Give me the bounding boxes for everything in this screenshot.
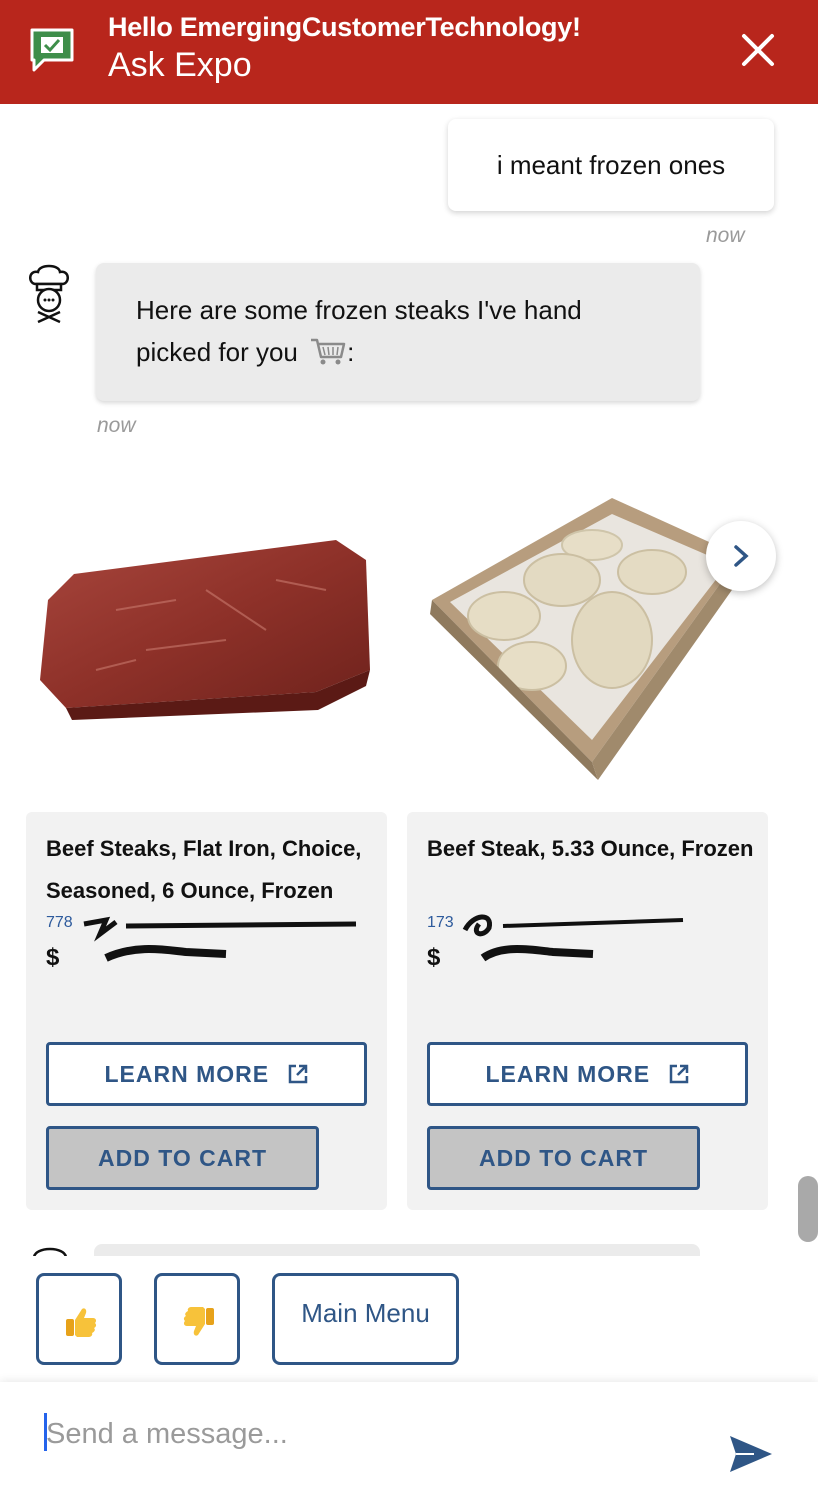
bot-message-suffix: : bbox=[347, 337, 355, 367]
product-meta: 778 bbox=[46, 914, 73, 932]
product-number: 173 bbox=[427, 914, 454, 931]
add-to-cart-button[interactable]: ADD TO CART bbox=[427, 1126, 700, 1190]
chat-check-icon bbox=[30, 28, 74, 72]
product-meta: 173 bbox=[427, 914, 454, 932]
external-link-icon bbox=[669, 1064, 688, 1084]
redaction-scribble bbox=[462, 914, 684, 962]
message-input[interactable] bbox=[44, 1412, 684, 1456]
thumbs-up-icon bbox=[66, 1308, 97, 1337]
learn-more-label: LEARN MORE bbox=[485, 1061, 651, 1087]
text-caret bbox=[44, 1413, 47, 1451]
price-prefix: $ bbox=[427, 944, 441, 971]
thumbs-up-button[interactable] bbox=[36, 1273, 122, 1365]
learn-more-label: LEARN MORE bbox=[104, 1061, 270, 1087]
user-message-timestamp: now bbox=[706, 224, 745, 247]
product-price: $ bbox=[46, 944, 59, 972]
learn-more-button[interactable]: LEARN MORE bbox=[427, 1042, 748, 1106]
external-link-icon bbox=[288, 1064, 307, 1084]
add-to-cart-button[interactable]: ADD TO CART bbox=[46, 1126, 319, 1190]
close-icon[interactable] bbox=[738, 30, 778, 70]
product-card: Beef Steaks, Flat Iron, Choice, Seasoned… bbox=[26, 812, 387, 1210]
main-menu-button[interactable]: Main Menu bbox=[272, 1273, 459, 1365]
carousel-next-button[interactable] bbox=[706, 521, 776, 591]
product-number: 778 bbox=[46, 914, 73, 931]
product-name: Beef Steaks, Flat Iron, Choice, Seasoned… bbox=[46, 836, 362, 903]
product-image-steak[interactable] bbox=[26, 520, 386, 730]
product-image-box[interactable] bbox=[412, 490, 752, 780]
product-card: Beef Steak, 5.33 Ounce, Frozen 173 $ LEA… bbox=[407, 812, 768, 1210]
redaction-scribble bbox=[83, 916, 357, 962]
bot-message-text: Here are some frozen steaks I've hand pi… bbox=[136, 295, 582, 367]
chef-icon bbox=[29, 264, 69, 324]
chef-icon-partial bbox=[28, 1242, 72, 1256]
send-icon[interactable] bbox=[728, 1434, 774, 1474]
bot-message-timestamp: now bbox=[97, 414, 136, 437]
thumbs-down-icon bbox=[183, 1307, 214, 1336]
learn-more-button[interactable]: LEARN MORE bbox=[46, 1042, 367, 1106]
greeting-text: Hello EmergingCustomerTechnology! bbox=[108, 12, 581, 42]
shopping-cart-icon bbox=[311, 338, 346, 365]
next-bot-bubble-partial bbox=[94, 1244, 700, 1256]
bot-message-bubble: Here are some frozen steaks I've hand pi… bbox=[96, 263, 700, 401]
scrollbar-thumb[interactable] bbox=[798, 1176, 818, 1242]
price-prefix: $ bbox=[46, 944, 60, 971]
thumbs-down-button[interactable] bbox=[154, 1273, 240, 1365]
product-price: $ bbox=[427, 944, 440, 972]
chat-title: Ask Expo bbox=[108, 46, 252, 84]
product-name: Beef Steak, 5.33 Ounce, Frozen bbox=[427, 836, 754, 861]
chevron-right-icon bbox=[734, 545, 749, 567]
user-message-bubble: i meant frozen ones bbox=[448, 119, 774, 211]
chat-header: Hello EmergingCustomerTechnology! Ask Ex… bbox=[0, 0, 818, 104]
